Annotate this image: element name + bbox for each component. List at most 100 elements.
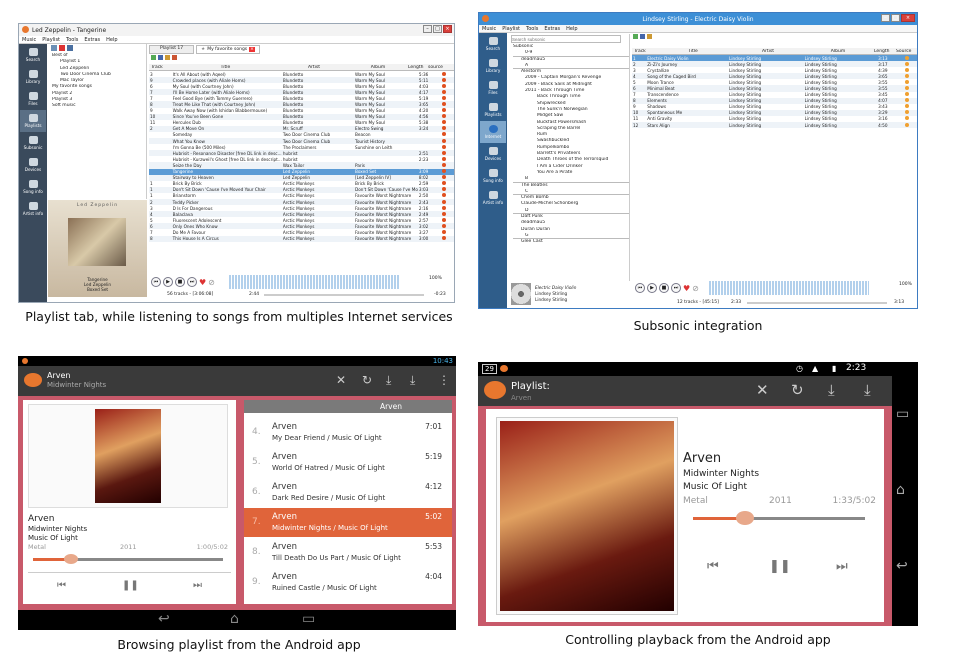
tab-playlist-17[interactable]: Playlist 17: [149, 45, 195, 54]
col-title[interactable]: Title: [171, 65, 278, 70]
prev-button[interactable]: ⏮: [635, 283, 645, 293]
col-track[interactable]: Track: [632, 49, 652, 54]
sidebar-item-song-info[interactable]: Song info: [20, 176, 46, 198]
menu-help[interactable]: Help: [106, 37, 117, 43]
minimize-button[interactable]: –: [423, 25, 432, 33]
shuffle-icon[interactable]: ✕: [756, 381, 769, 399]
table-row[interactable]: 1 Brianstorm Arctic Monkeys Favourite Worst…: [149, 193, 454, 199]
next-button[interactable]: ⏭: [836, 559, 848, 574]
sidebar-item-artist-info[interactable]: Artist info: [480, 187, 506, 209]
back-icon[interactable]: ↩: [896, 558, 908, 574]
maximize-button[interactable]: □: [891, 14, 900, 22]
ban-icon[interactable]: ⊘: [208, 278, 215, 287]
maximize-button[interactable]: □: [433, 25, 442, 33]
menu-tools[interactable]: Tools: [526, 26, 538, 32]
sidebar-item-search[interactable]: Search: [20, 44, 46, 66]
recent-apps-icon[interactable]: ▭: [896, 406, 909, 422]
prev-button[interactable]: ⏮: [57, 580, 66, 591]
col-track[interactable]: Track: [149, 65, 171, 70]
overflow-menu-icon[interactable]: ⋮: [438, 373, 450, 387]
sidebar-item-internet[interactable]: Internet: [480, 121, 506, 143]
download-icon[interactable]: ⤓: [386, 373, 391, 388]
love-icon[interactable]: ♥: [199, 278, 206, 287]
play-button[interactable]: ▶: [163, 277, 173, 287]
search-input[interactable]: [511, 35, 621, 43]
close-tab-icon[interactable]: ×: [249, 47, 255, 52]
back-icon[interactable]: ↩: [158, 611, 170, 627]
sidebar-item-subsonic[interactable]: Subsonic: [20, 132, 46, 154]
col-artist[interactable]: Artist: [732, 49, 802, 54]
seek-bar[interactable]: [33, 554, 223, 564]
list-item[interactable]: 6. Arven Dark Red Desire / Music Of Light 4…: [244, 478, 452, 507]
table-row[interactable]: 2 Teddy Picker Arctic Monkeys Favourite Wor…: [149, 198, 454, 206]
shuffle-icon[interactable]: [165, 55, 170, 60]
col-album[interactable]: Album: [802, 49, 872, 54]
sidebar-item-search[interactable]: Search: [480, 33, 506, 55]
list-item[interactable]: 4. Arven My Dear Friend / Music Of Light 7:…: [244, 418, 452, 447]
list-item[interactable]: 5. Arven World Of Hatred / Music Of Light 5…: [244, 448, 452, 477]
menu-music[interactable]: Music: [22, 37, 36, 43]
list-item[interactable]: 9. Arven Ruined Castle / Music Of Light 4:0…: [244, 568, 452, 597]
home-icon[interactable]: ⌂: [896, 482, 905, 498]
sidebar-item-library[interactable]: Library: [20, 66, 46, 88]
home-icon[interactable]: ⌂: [230, 611, 239, 627]
shuffle-icon[interactable]: [647, 34, 652, 39]
seek-slider[interactable]: [747, 302, 887, 304]
next-button[interactable]: ⏭: [671, 283, 681, 293]
table-row[interactable]: 3D Is For Dangerous Arctic Monkeys Favouri…: [149, 205, 454, 211]
seek-slider[interactable]: [264, 294, 424, 296]
col-source[interactable]: Source: [894, 49, 914, 54]
col-source[interactable]: source: [426, 65, 444, 70]
table-row[interactable]: 12 Stars Align Lindsey Stirling Lindsey Sti…: [632, 122, 917, 129]
menu-music[interactable]: Music: [482, 26, 496, 32]
table-row[interactable]: 6 Only Ones Who Know Arctic Monkeys Favouri…: [149, 223, 454, 230]
play-button[interactable]: ▶: [647, 283, 657, 293]
sidebar-item-files[interactable]: Files: [480, 77, 506, 99]
save-icon[interactable]: [158, 55, 163, 60]
next-button[interactable]: ⏭: [193, 580, 202, 591]
seek-thumb[interactable]: [735, 511, 754, 525]
col-album[interactable]: Album: [348, 65, 406, 70]
sidebar-item-song-info[interactable]: Song info: [480, 165, 506, 187]
menu-tools[interactable]: Tools: [66, 37, 78, 43]
sidebar-item-library[interactable]: Library: [480, 55, 506, 77]
sidebar-item-files[interactable]: Files: [20, 88, 46, 110]
table-row[interactable]: 1 Don't Sit Down 'Cause I've Moved Your C…: [149, 186, 454, 193]
library-icon[interactable]: ⤓: [864, 381, 871, 399]
recent-apps-icon[interactable]: ▭: [302, 611, 315, 627]
seek-bar[interactable]: [693, 511, 865, 525]
delete-icon[interactable]: [59, 45, 65, 51]
stop-button[interactable]: ■: [659, 283, 669, 293]
sidebar-item-devices[interactable]: Devices: [480, 143, 506, 165]
close-button[interactable]: ×: [443, 25, 452, 33]
tree-item[interactable]: Soft music: [52, 103, 146, 109]
close-button[interactable]: ×: [901, 14, 915, 22]
col-artist[interactable]: Artist: [278, 65, 348, 70]
stop-button[interactable]: ■: [175, 277, 185, 287]
list-item[interactable]: 7. Arven Midwinter Nights / Music Of Light…: [244, 508, 452, 537]
repeat-icon[interactable]: ↻: [362, 373, 372, 387]
shuffle-icon[interactable]: ✕: [336, 373, 346, 387]
sidebar-item-playlists[interactable]: Playlists: [20, 110, 46, 132]
add-icon[interactable]: [633, 34, 638, 39]
col-title[interactable]: Title: [652, 49, 732, 54]
sidebar-item-devices[interactable]: Devices: [20, 154, 46, 176]
download-icon[interactable]: ⤓: [828, 381, 835, 399]
menu-extras[interactable]: Extras: [544, 26, 560, 32]
col-length[interactable]: Length: [406, 65, 426, 70]
prev-button[interactable]: ⏮: [707, 559, 719, 574]
table-row[interactable]: 5 Fluorescent Adolescent Arctic Monkeys Fav…: [149, 217, 454, 223]
repeat-icon[interactable]: [172, 55, 177, 60]
table-row[interactable]: 7 Do Me A Favour Arctic Monkeys Favourite W…: [149, 229, 454, 235]
tree-item[interactable]: Glee Cast: [513, 239, 629, 245]
library-icon[interactable]: ⤓: [410, 373, 415, 388]
menu-help[interactable]: Help: [566, 26, 577, 32]
prev-button[interactable]: ⏮: [151, 277, 161, 287]
app-logo-icon[interactable]: [24, 373, 42, 387]
repeat-icon[interactable]: ↻: [791, 381, 804, 399]
sidebar-item-artist-info[interactable]: Artist info: [20, 198, 46, 220]
add-icon[interactable]: [151, 55, 156, 60]
love-icon[interactable]: ♥: [683, 284, 690, 293]
app-logo-icon[interactable]: [484, 381, 506, 399]
ban-icon[interactable]: ⊘: [692, 284, 699, 293]
